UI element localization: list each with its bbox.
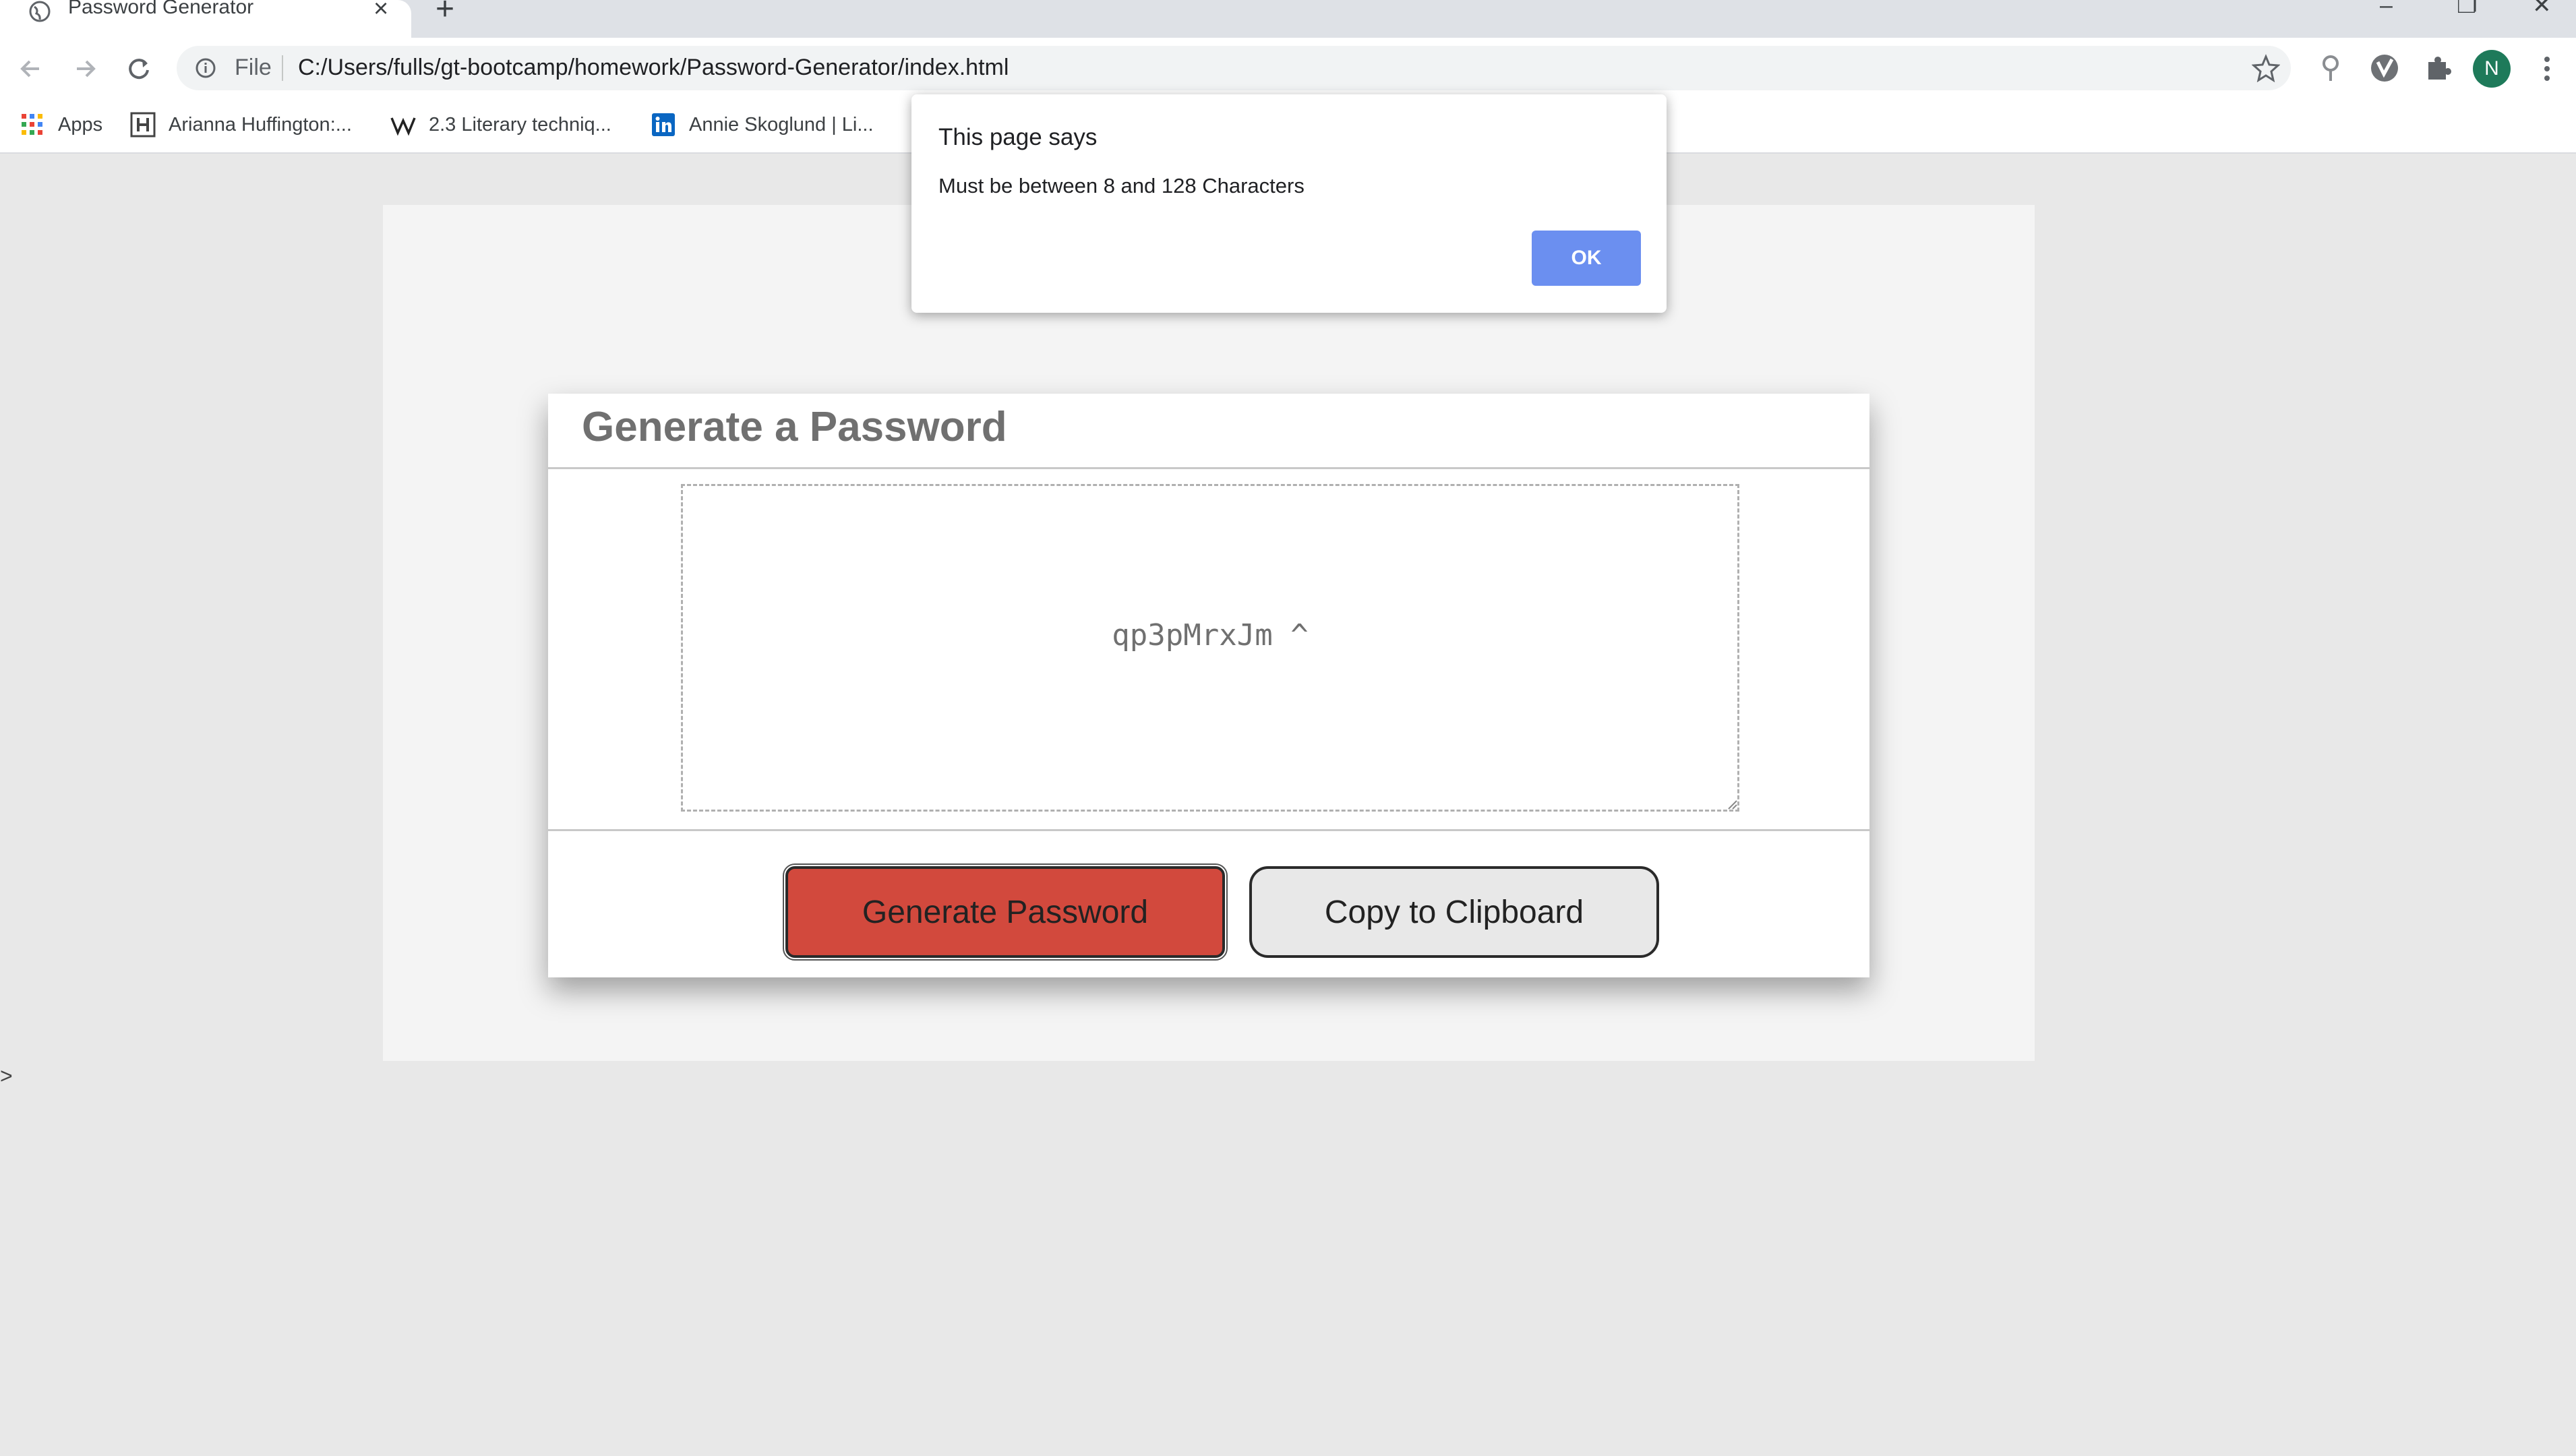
resize-grip-icon[interactable] xyxy=(1725,797,1738,810)
side-caret: > xyxy=(0,1064,13,1088)
kebab-menu-icon[interactable] xyxy=(2534,51,2560,86)
alert-dialog: This page says Must be between 8 and 128… xyxy=(911,94,1667,313)
browser-toolbar: File C:/Users/fulls/gt-bootcamp/homework… xyxy=(0,38,2576,98)
alert-title: This page says xyxy=(938,124,1098,150)
generate-password-button[interactable]: Generate Password xyxy=(783,863,1228,961)
tab-close-icon[interactable]: × xyxy=(373,0,388,22)
wikipedia-icon xyxy=(390,117,416,136)
card-title: Generate a Password xyxy=(582,404,1007,450)
password-card: Generate a Password qp3pMrxJm ^ Generate… xyxy=(548,394,1869,977)
password-textarea[interactable]: qp3pMrxJm ^ xyxy=(681,484,1739,812)
bookmark-label: Annie Skoglund | Li... xyxy=(689,113,874,135)
new-tab-button[interactable]: + xyxy=(436,0,454,26)
address-bar[interactable]: File C:/Users/fulls/gt-bootcamp/homework… xyxy=(177,46,2291,90)
page-wrapper: Generate a Password qp3pMrxJm ^ Generate… xyxy=(383,205,2035,1061)
page-content: Generate a Password qp3pMrxJm ^ Generate… xyxy=(0,154,2576,1456)
bookmark-apps[interactable]: Apps xyxy=(19,107,102,143)
v-extension-icon[interactable] xyxy=(2368,51,2401,85)
bookmark-star-icon[interactable] xyxy=(2252,54,2280,82)
close-window-button[interactable]: ✕ xyxy=(2532,0,2552,19)
map-pin-extension-icon[interactable] xyxy=(2314,51,2347,85)
copy-to-clipboard-button[interactable]: Copy to Clipboard xyxy=(1249,866,1659,958)
bookmark-label: Arianna Huffington:... xyxy=(169,113,352,135)
tab-title: Password Generator xyxy=(68,0,254,18)
reload-icon[interactable] xyxy=(120,50,158,88)
url-text[interactable]: C:/Users/fulls/gt-bootcamp/homework/Pass… xyxy=(298,55,1009,81)
bookmark-literary[interactable]: 2.3 Literary techniq... xyxy=(390,107,611,143)
bookmark-label: Apps xyxy=(58,113,103,135)
linkedin-icon xyxy=(652,113,675,136)
globe-icon xyxy=(29,1,51,22)
bookmark-huffington[interactable]: Arianna Huffington:... xyxy=(129,107,352,143)
card-footer: Generate Password Copy to Clipboard xyxy=(548,829,1869,977)
forward-arrow-icon[interactable] xyxy=(66,50,104,88)
profile-avatar[interactable]: N xyxy=(2473,50,2511,88)
scheme-label: File xyxy=(235,55,272,80)
tab-password-generator[interactable]: Password Generator × xyxy=(0,0,411,38)
alert-message: Must be between 8 and 128 Characters xyxy=(938,174,1305,198)
minimize-button[interactable]: – xyxy=(2380,0,2393,19)
info-icon[interactable] xyxy=(194,57,217,80)
bookmark-label: 2.3 Literary techniq... xyxy=(429,113,611,135)
tab-strip: Password Generator × + – ❐ ✕ xyxy=(0,0,2576,38)
huffpost-icon xyxy=(130,112,156,138)
omnibox-divider xyxy=(282,55,283,81)
alert-ok-button[interactable]: OK xyxy=(1532,231,1641,286)
bookmark-linkedin[interactable]: Annie Skoglund | Li... xyxy=(650,107,874,143)
apps-grid-icon xyxy=(22,114,42,135)
back-arrow-icon[interactable] xyxy=(12,50,50,88)
extensions-puzzle-icon[interactable] xyxy=(2422,51,2455,85)
card-header: Generate a Password xyxy=(548,394,1869,469)
restore-button[interactable]: ❐ xyxy=(2457,0,2477,19)
